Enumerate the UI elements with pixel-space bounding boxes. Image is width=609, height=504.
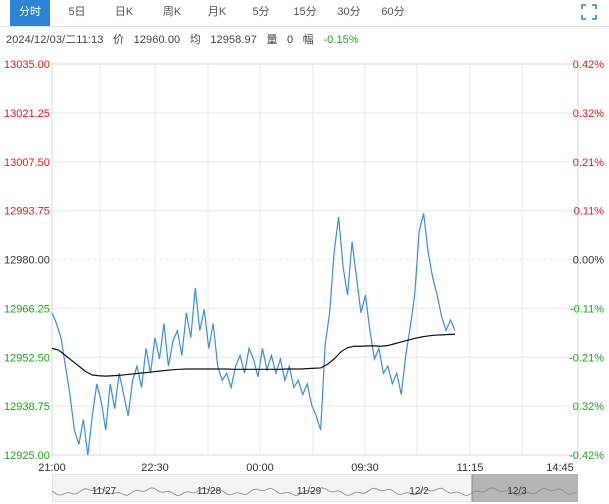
y-tick-left: 13035.00	[4, 59, 50, 71]
navigator-date-label: 12/2	[409, 486, 429, 497]
y-tick-left: 13021.25	[4, 108, 50, 120]
fullscreen-icon[interactable]	[581, 4, 597, 20]
x-tick-label: 22:30	[141, 462, 169, 474]
y-tick-right: -0.11%	[570, 303, 604, 315]
x-tick-label: 09:30	[351, 462, 379, 474]
x-tick-label: 11:15	[457, 462, 484, 474]
y-tick-left: 12952.50	[4, 352, 50, 364]
tab-1[interactable]: 5日	[60, 0, 94, 26]
y-tick-right: 0.32%	[573, 108, 604, 120]
period-tabs: 分时 5日 日K 周K 月K 5分 15分 30分 60分	[0, 0, 609, 27]
volume-label: 量	[266, 34, 278, 46]
tab-7[interactable]: 30分	[330, 0, 368, 26]
price-value: 12960.00	[133, 34, 181, 46]
y-tick-right: 0.21%	[573, 157, 604, 169]
navigator-date-label: 12/3	[507, 486, 527, 497]
avg-label: 均	[189, 34, 201, 46]
x-tick-label: 00:00	[246, 462, 274, 474]
tab-4[interactable]: 月K	[198, 0, 236, 26]
volume-value: 0	[287, 34, 294, 46]
y-tick-right: 0.42%	[573, 59, 604, 71]
price-line	[51, 213, 456, 456]
y-tick-right: -0.42%	[569, 450, 604, 462]
time-navigator[interactable]: 11/27 11/28 11/29 12/2 12/3	[52, 474, 578, 502]
y-tick-left: 12938.75	[4, 401, 50, 413]
navigator-date-label: 11/28	[197, 486, 222, 497]
navigator-date-label: 11/27	[92, 486, 117, 497]
tab-3[interactable]: 周K	[152, 0, 192, 26]
change-value: -0.15%	[323, 34, 359, 46]
intraday-chart[interactable]: 13035.00 0.42% 13021.25 0.32% 13007.50 0.21% 1…	[0, 50, 609, 474]
y-tick-left: 12993.75	[4, 206, 50, 218]
navigator-date-label: 11/29	[297, 486, 322, 497]
y-tick-left: 12925.00	[4, 450, 50, 462]
y-tick-right: 0.32%	[573, 401, 604, 413]
quote-info-bar: 2024/12/03/二11:13 价 12960.00 均 12958.97 …	[6, 31, 359, 47]
y-tick-right: 0.00%	[573, 255, 604, 267]
quote-datetime: 2024/12/03/二11:13	[6, 34, 104, 46]
y-tick-left: 12980.00	[4, 255, 50, 267]
y-tick-right: -0.21%	[569, 352, 604, 364]
change-label: 幅	[302, 34, 314, 46]
y-tick-right: 0.11%	[574, 206, 605, 218]
tab-0[interactable]: 分时	[10, 0, 50, 26]
avg-value: 12958.97	[210, 34, 257, 46]
tab-6[interactable]: 15分	[286, 0, 324, 26]
tab-8[interactable]: 60分	[374, 0, 412, 26]
tab-5[interactable]: 5分	[244, 0, 278, 26]
y-tick-left: 13007.50	[4, 157, 50, 169]
price-label: 价	[113, 34, 125, 46]
avg-price-line	[51, 333, 456, 377]
x-tick-label: 14:45	[546, 462, 574, 474]
y-tick-left: 12966.25	[4, 303, 50, 315]
x-tick-label: 21:00	[38, 462, 66, 474]
tab-2[interactable]: 日K	[104, 0, 144, 26]
